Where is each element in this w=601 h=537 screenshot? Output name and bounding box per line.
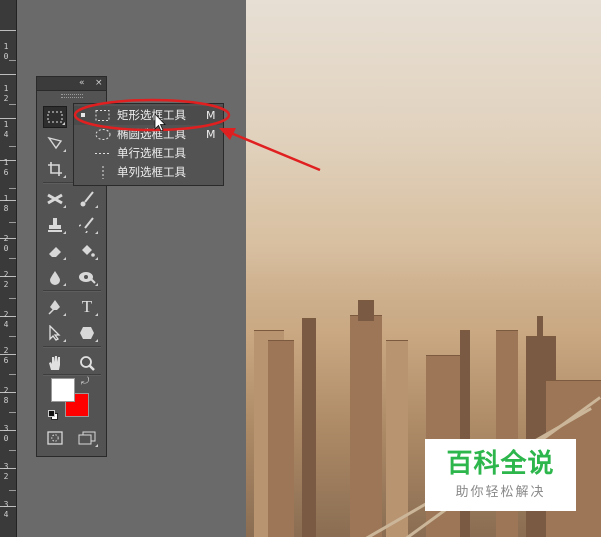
ruler-label: 4 [3,130,9,139]
foreground-color-swatch[interactable] [51,378,75,402]
lasso-tool[interactable] [43,132,67,154]
spot-healing-tool[interactable] [43,188,67,210]
zoom-tool[interactable] [75,352,99,374]
path-selection-tool[interactable] [43,322,67,344]
watermark-title: 百科全说 [446,449,555,479]
marquee-tools-flyout: 矩形选框工具 M 椭圆选框工具 M 单行选框工具 单列选框工具 [73,103,224,186]
watermark-logo: 百科全说 助你轻松解决 [425,439,576,511]
ruler-label: 2 [3,346,9,355]
flyout-item-elliptical-marquee[interactable]: 椭圆选框工具 M [74,125,223,144]
flyout-item-rectangular-marquee[interactable]: 矩形选框工具 M [74,106,223,125]
ruler-label: 1 [3,84,9,93]
ruler-label: 3 [3,424,9,433]
flyout-item-label: 单行选框工具 [117,146,186,160]
magnifier-icon [80,356,95,371]
ruler-label: 4 [3,320,9,329]
screen-mode-icon [78,431,96,445]
paint-bucket-tool[interactable] [75,240,99,262]
flyout-item-label: 单列选框工具 [117,165,186,179]
brush-icon [80,191,94,207]
ruler-label: 3 [3,462,9,471]
stamp-icon [48,218,62,232]
ruler-label: 2 [3,270,9,279]
ruler-label: 2 [3,94,9,103]
quick-mask-button[interactable] [43,427,67,449]
ruler-label: 0 [3,434,9,443]
collapse-icon[interactable]: « [79,78,85,89]
history-brush-tool[interactable] [75,214,99,236]
ruler-label: 3 [3,500,9,509]
rectangular-marquee-tool[interactable] [43,106,67,128]
default-colors-icon[interactable] [48,410,58,420]
screen-mode-button[interactable] [75,427,99,449]
pen-icon [48,300,60,315]
ruler-label: 4 [3,510,9,519]
panel-grip[interactable] [61,94,83,98]
ruler-label: 1 [3,42,9,51]
rect-marquee-icon [47,111,63,123]
selected-bullet-icon [81,113,85,117]
bandage-icon [47,193,63,205]
flyout-item-label: 矩形选框工具 [117,108,186,122]
ellipse-marquee-icon [95,129,111,140]
flyout-item-label: 椭圆选框工具 [117,127,186,141]
dodge-icon [79,272,96,284]
single-row-marquee-icon [95,153,111,154]
swap-colors-icon[interactable]: ⤾ [81,377,89,387]
watermark-subtitle: 助你轻松解决 [455,485,546,500]
drop-icon [50,271,60,285]
flyout-item-single-column-marquee[interactable]: 单列选框工具 [74,163,223,182]
ruler-label: 6 [3,168,9,177]
type-tool[interactable]: T [75,296,99,318]
single-column-marquee-icon [102,166,104,179]
flyout-item-shortcut: M [206,128,216,141]
crop-icon [48,162,62,176]
shape-tool[interactable] [75,322,99,344]
arrow-icon [49,325,61,341]
eraser-icon [49,247,61,257]
blur-tool[interactable] [43,266,67,288]
lasso-icon [47,136,63,150]
hexagon-icon [80,327,94,339]
ruler-label: 1 [3,158,9,167]
ruler-label: 0 [3,244,9,253]
type-icon: T [81,297,93,316]
ruler-label: 2 [3,280,9,289]
paint-bucket-icon [82,245,95,257]
hand-icon [49,356,60,370]
ruler-label: 2 [3,386,9,395]
brush-tool[interactable] [75,188,99,210]
tools-panel-titlebar[interactable]: « × [37,77,106,91]
ruler-label: 2 [3,472,9,481]
flyout-item-single-row-marquee[interactable]: 单行选框工具 [74,144,223,163]
history-brush-icon [79,217,94,233]
ruler-label: 1 [3,120,9,129]
dodge-tool[interactable] [75,266,99,288]
ruler-label: 1 [3,194,9,203]
quick-mask-icon [47,431,63,445]
crop-tool[interactable] [43,158,67,180]
ruler-label: 6 [3,356,9,365]
ruler-label: 2 [3,310,9,319]
pen-tool[interactable] [43,296,67,318]
clone-stamp-tool[interactable] [43,214,67,236]
hand-tool[interactable] [43,352,67,374]
rect-marquee-icon [95,110,110,121]
flyout-item-shortcut: M [206,109,216,122]
ruler-label: 8 [3,204,9,213]
ruler-label: 2 [3,234,9,243]
ruler-label: 8 [3,396,9,405]
vertical-ruler: 1 0 1 2 1 4 1 6 1 8 2 0 2 2 2 4 2 6 2 8 … [0,0,17,537]
eraser-tool[interactable] [43,240,67,262]
close-icon[interactable]: × [95,78,103,89]
